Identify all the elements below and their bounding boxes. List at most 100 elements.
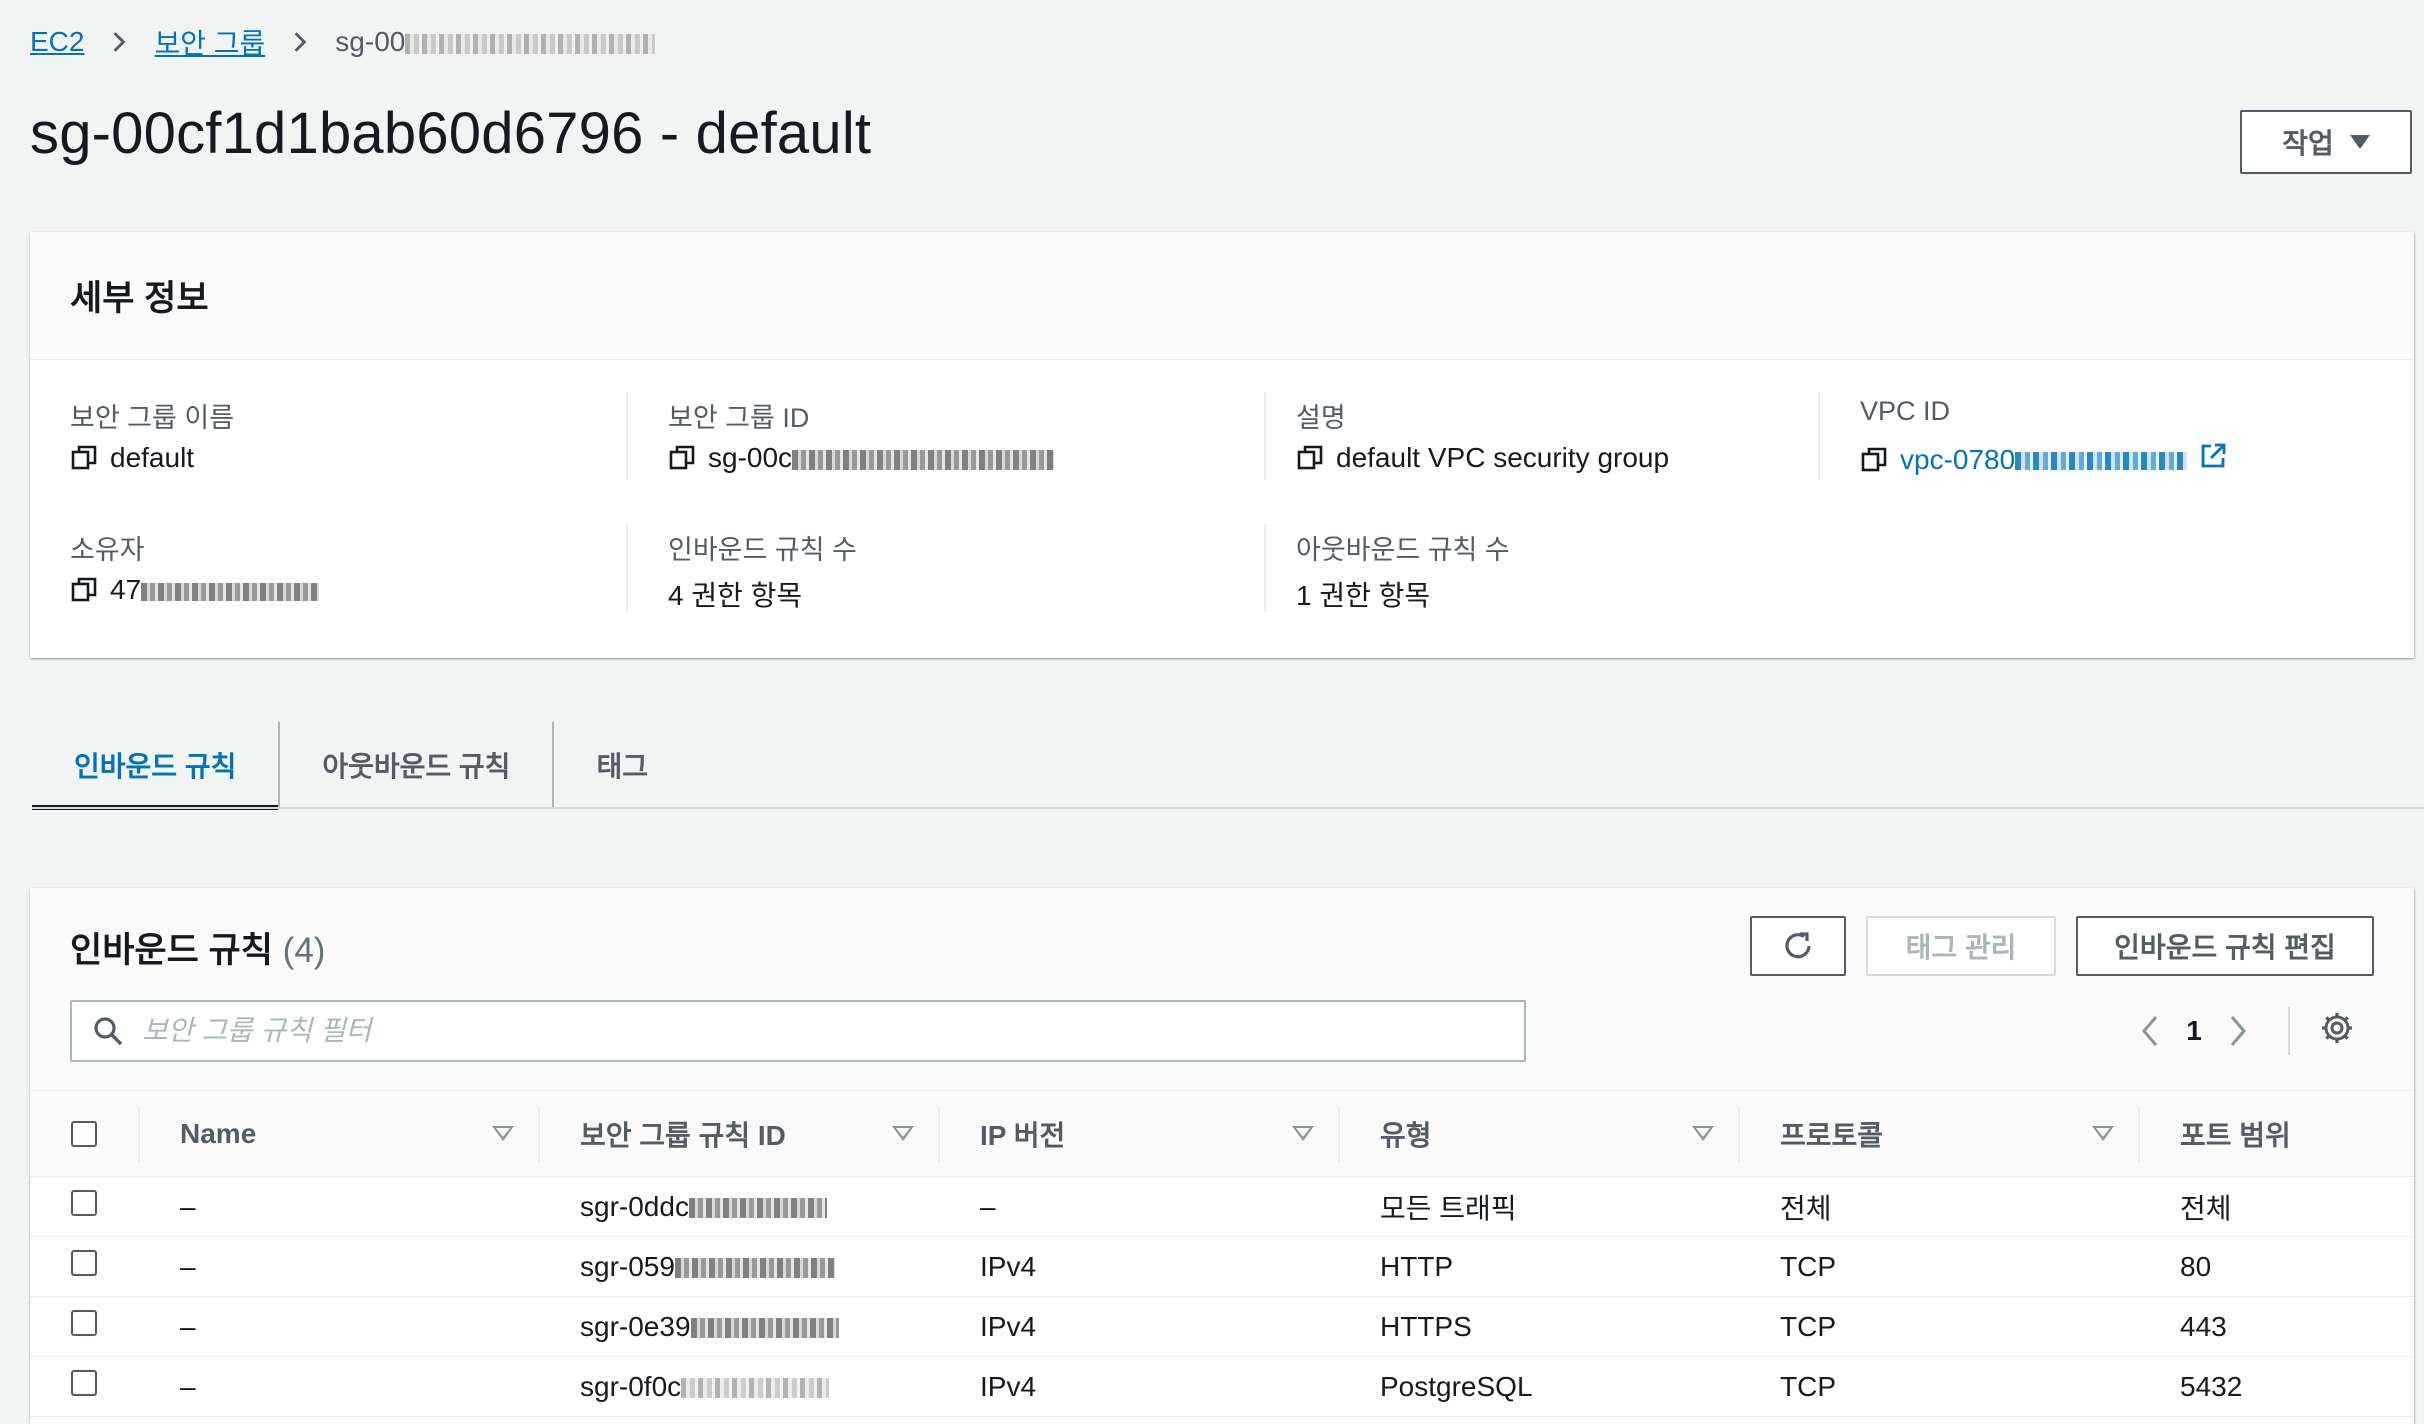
redacted-text bbox=[141, 582, 320, 601]
column-label: Name bbox=[180, 1117, 257, 1149]
cell-ip-version: IPv4 bbox=[980, 1310, 1037, 1342]
cell-rule-id: sgr-0e39 bbox=[538, 1311, 938, 1343]
cell-type: PostgreSQL bbox=[1380, 1370, 1533, 1402]
row-checkbox[interactable] bbox=[71, 1190, 97, 1216]
cell-name: – bbox=[180, 1370, 196, 1402]
rule-id-text: sgr-0f0c bbox=[580, 1370, 682, 1402]
copy-icon[interactable] bbox=[70, 444, 98, 472]
sg-id-text: sg-00c bbox=[708, 442, 793, 473]
sort-icon[interactable] bbox=[492, 1126, 514, 1141]
column-header-rule-id[interactable]: 보안 그룹 규칙 ID bbox=[538, 1090, 938, 1177]
column-label: 프로토콜 bbox=[1780, 1119, 1884, 1151]
manage-tags-button[interactable]: 태그 관리 bbox=[1866, 916, 2056, 976]
redacted-text bbox=[674, 1258, 835, 1279]
cell-ip-version: IPv4 bbox=[980, 1250, 1037, 1282]
cell-name: – bbox=[180, 1250, 196, 1282]
rules-filter-input[interactable] bbox=[142, 1015, 1442, 1047]
cell-name: – bbox=[180, 1310, 196, 1342]
copy-icon[interactable] bbox=[1860, 446, 1888, 474]
rules-title-text: 인바운드 규칙 bbox=[70, 931, 273, 970]
tab-outbound-rules[interactable]: 아웃바운드 규칙 bbox=[280, 722, 552, 808]
cell-rule-id: sgr-0f0c bbox=[538, 1371, 938, 1403]
breadcrumb-current: sg-00 bbox=[335, 26, 656, 58]
vpc-id-link[interactable]: vpc-0780 bbox=[1900, 443, 2188, 476]
page-title: sg-00cf1d1bab60d6796 - default bbox=[30, 101, 872, 166]
cell-port-range: 443 bbox=[2180, 1310, 2227, 1342]
copy-icon[interactable] bbox=[70, 576, 98, 604]
chevron-right-icon[interactable] bbox=[2214, 1014, 2262, 1048]
column-header-ip-version[interactable]: IP 버전 bbox=[938, 1090, 1338, 1177]
owner-label: 소유자 bbox=[70, 535, 145, 565]
copy-icon[interactable] bbox=[1296, 444, 1324, 472]
rule-id-text: sgr-0ddc bbox=[580, 1190, 689, 1222]
table-row[interactable]: – sgr-0f0c IPv4 PostgreSQL TCP 5432 bbox=[30, 1356, 2414, 1417]
caret-down-icon bbox=[2349, 135, 2370, 149]
breadcrumb-current-label: sg-00 bbox=[335, 26, 406, 57]
description-label: 설명 bbox=[1296, 403, 1346, 433]
row-checkbox[interactable] bbox=[71, 1310, 97, 1336]
owner-value: 47 bbox=[70, 574, 320, 606]
chevron-left-icon[interactable] bbox=[2126, 1014, 2174, 1048]
edit-inbound-rules-button[interactable]: 인바운드 규칙 편집 bbox=[2076, 916, 2374, 976]
redacted-text bbox=[681, 1378, 830, 1399]
divider bbox=[626, 392, 628, 480]
rule-id-text: sgr-059 bbox=[580, 1250, 675, 1282]
vpc-id-text: vpc-0780 bbox=[1900, 443, 2016, 475]
sort-icon[interactable] bbox=[2092, 1126, 2114, 1141]
redacted-text bbox=[690, 1318, 839, 1339]
page-number[interactable]: 1 bbox=[2174, 1015, 2214, 1047]
row-checkbox[interactable] bbox=[71, 1250, 97, 1276]
table-row[interactable]: – sgr-059 IPv4 HTTP TCP 80 bbox=[30, 1236, 2414, 1297]
divider bbox=[626, 524, 628, 612]
pager-divider bbox=[2288, 1007, 2290, 1055]
tab-tags[interactable]: 태그 bbox=[554, 722, 690, 808]
sort-icon[interactable] bbox=[1292, 1126, 1314, 1141]
cell-rule-id: sgr-0ddc bbox=[538, 1191, 938, 1223]
column-header-port-range[interactable]: 포트 범위 bbox=[2138, 1090, 2414, 1177]
inbound-count-value: 4 권한 항목 bbox=[668, 580, 803, 611]
column-header-protocol[interactable]: 프로토콜 bbox=[1738, 1090, 2138, 1177]
chevron-right-icon bbox=[106, 29, 132, 55]
tab-inbound-rules[interactable]: 인바운드 규칙 bbox=[32, 722, 279, 810]
breadcrumb-security-groups-link[interactable]: 보안 그룹 bbox=[154, 22, 265, 62]
column-header-type[interactable]: 유형 bbox=[1338, 1090, 1738, 1177]
cell-name: – bbox=[180, 1190, 196, 1222]
column-label: 보안 그룹 규칙 ID bbox=[580, 1119, 786, 1151]
breadcrumb: EC2 보안 그룹 sg-00 bbox=[30, 22, 656, 62]
cell-port-range: 전체 bbox=[2180, 1192, 2232, 1224]
rules-filter-search[interactable] bbox=[70, 1000, 1526, 1062]
sg-name-value: default bbox=[70, 442, 194, 474]
copy-icon[interactable] bbox=[668, 444, 696, 472]
select-all-cell bbox=[30, 1090, 138, 1177]
cell-port-range: 5432 bbox=[2180, 1370, 2243, 1402]
settings-gear-icon[interactable] bbox=[2320, 1011, 2354, 1052]
table-row[interactable]: – sgr-0e39 IPv4 HTTPS TCP 443 bbox=[30, 1296, 2414, 1357]
inbound-count-label: 인바운드 규칙 수 bbox=[668, 535, 857, 565]
search-icon bbox=[94, 1017, 123, 1046]
column-header-name[interactable]: Name bbox=[138, 1090, 538, 1177]
cell-ip-version: IPv4 bbox=[980, 1370, 1037, 1402]
vpc-id-value: vpc-0780 bbox=[1860, 442, 2227, 477]
redacted-text bbox=[405, 33, 656, 54]
sort-icon[interactable] bbox=[892, 1126, 914, 1141]
sort-icon[interactable] bbox=[1692, 1126, 1714, 1141]
select-all-checkbox[interactable] bbox=[71, 1120, 97, 1147]
rules-panel-title: 인바운드 규칙 (4) bbox=[70, 922, 325, 973]
row-checkbox[interactable] bbox=[71, 1370, 97, 1396]
vpc-id-label: VPC ID bbox=[1860, 396, 1951, 426]
column-label: 유형 bbox=[1380, 1119, 1432, 1151]
refresh-button[interactable] bbox=[1750, 916, 1846, 976]
external-link-icon[interactable] bbox=[2199, 442, 2227, 477]
cell-type: 모든 트래픽 bbox=[1380, 1192, 1517, 1224]
redacted-text bbox=[792, 449, 1055, 470]
sg-id-label: 보안 그룹 ID bbox=[668, 403, 810, 433]
actions-dropdown-button[interactable]: 작업 bbox=[2240, 110, 2412, 174]
cell-protocol: 전체 bbox=[1780, 1192, 1832, 1224]
rules-count: (4) bbox=[282, 931, 326, 970]
chevron-right-icon bbox=[287, 29, 313, 55]
cell-port-range: 80 bbox=[2180, 1250, 2212, 1282]
table-row[interactable]: – sgr-0ddc – 모든 트래픽 전체 전체 bbox=[30, 1176, 2414, 1237]
details-panel: 세부 정보 보안 그룹 이름 default 보안 그룹 ID sg-00c 설… bbox=[30, 232, 2414, 658]
cell-rule-id: sgr-059 bbox=[538, 1251, 938, 1283]
breadcrumb-ec2-link[interactable]: EC2 bbox=[30, 26, 84, 58]
